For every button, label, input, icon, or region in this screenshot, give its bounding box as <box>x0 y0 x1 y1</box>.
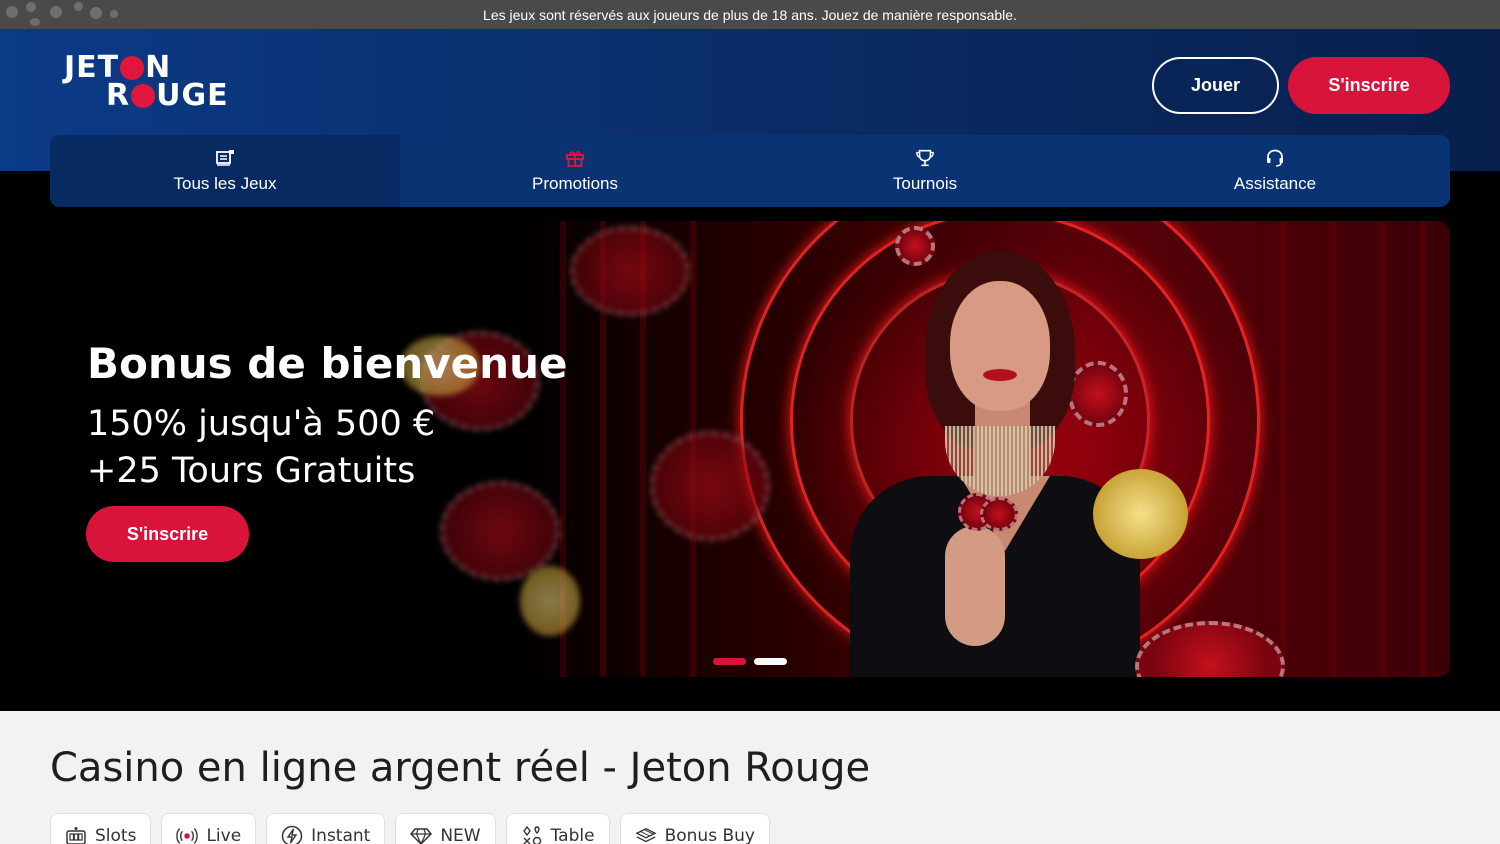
nav-label: Tous les Jeux <box>173 174 277 193</box>
age-notice-text: Les jeux sont réservés aux joueurs de pl… <box>483 6 1017 23</box>
nav-label: Promotions <box>532 174 618 193</box>
category-label: NEW <box>440 826 481 844</box>
category-instant[interactable]: Instant <box>266 813 386 844</box>
category-table[interactable]: Table <box>505 813 610 844</box>
carousel-dot[interactable] <box>754 658 787 665</box>
category-label: Slots <box>95 826 137 844</box>
main-nav: Tous les Jeux Promotions Tournois Assist… <box>50 135 1450 207</box>
age-notice-bar: Les jeux sont réservés aux joueurs de pl… <box>0 0 1500 29</box>
page-title: Casino en ligne argent réel - Jeton Roug… <box>50 745 871 791</box>
hero-section: Bonus de bienvenue 150% jusqu'à 500 € +2… <box>0 171 1500 711</box>
category-new[interactable]: NEW <box>395 813 496 844</box>
cards-icon <box>521 825 543 844</box>
slots-icon <box>65 825 87 844</box>
logo-dot-icon <box>131 84 156 108</box>
trophy-icon <box>915 148 935 168</box>
carousel-indicators <box>713 658 787 665</box>
category-label: Instant <box>311 826 371 844</box>
main-content: Casino en ligne argent réel - Jeton Roug… <box>0 711 1500 844</box>
category-label: Table <box>550 826 595 844</box>
gift-icon <box>565 148 585 168</box>
hero-signup-button[interactable]: S'inscrire <box>86 506 249 562</box>
nav-label: Assistance <box>1233 174 1317 193</box>
logo-text: UGE <box>156 78 229 113</box>
signup-button[interactable]: S'inscrire <box>1288 57 1450 114</box>
nav-label: Tournois <box>892 174 958 193</box>
lightning-icon <box>281 825 303 844</box>
logo-dot-icon <box>120 56 145 80</box>
diamond-icon <box>410 825 433 844</box>
nav-item-support[interactable]: Assistance <box>1100 135 1450 207</box>
hero-offer-line: +25 Tours Gratuits <box>87 451 416 491</box>
games-icon <box>215 148 235 168</box>
play-button[interactable]: Jouer <box>1152 57 1279 114</box>
category-live[interactable]: Live <box>161 813 257 844</box>
live-icon <box>176 825 199 844</box>
category-slots[interactable]: Slots <box>50 813 152 844</box>
category-filters: Slots Live Instant NEW Table Bonus Buy <box>50 813 770 844</box>
bonus-buy-icon <box>634 825 657 844</box>
nav-item-games[interactable]: Tous les Jeux <box>50 135 400 207</box>
category-label: Live <box>206 826 242 844</box>
hero-offer-line: 150% jusqu'à 500 € <box>87 404 436 444</box>
category-label: Bonus Buy <box>664 826 755 844</box>
nav-item-tournaments[interactable]: Tournois <box>750 135 1100 207</box>
logo-text: R <box>106 78 131 113</box>
decorative-dots <box>6 2 126 26</box>
jeton-rouge-logo[interactable]: JET N R UGE <box>64 53 239 114</box>
carousel-dot[interactable] <box>713 658 746 665</box>
hero-offer: 150% jusqu'à 500 € +25 Tours Gratuits <box>87 401 435 495</box>
headset-icon <box>1265 148 1285 168</box>
hero-title: Bonus de bienvenue <box>87 339 568 388</box>
category-bonus-buy[interactable]: Bonus Buy <box>619 813 770 844</box>
nav-item-promotions[interactable]: Promotions <box>400 135 750 207</box>
